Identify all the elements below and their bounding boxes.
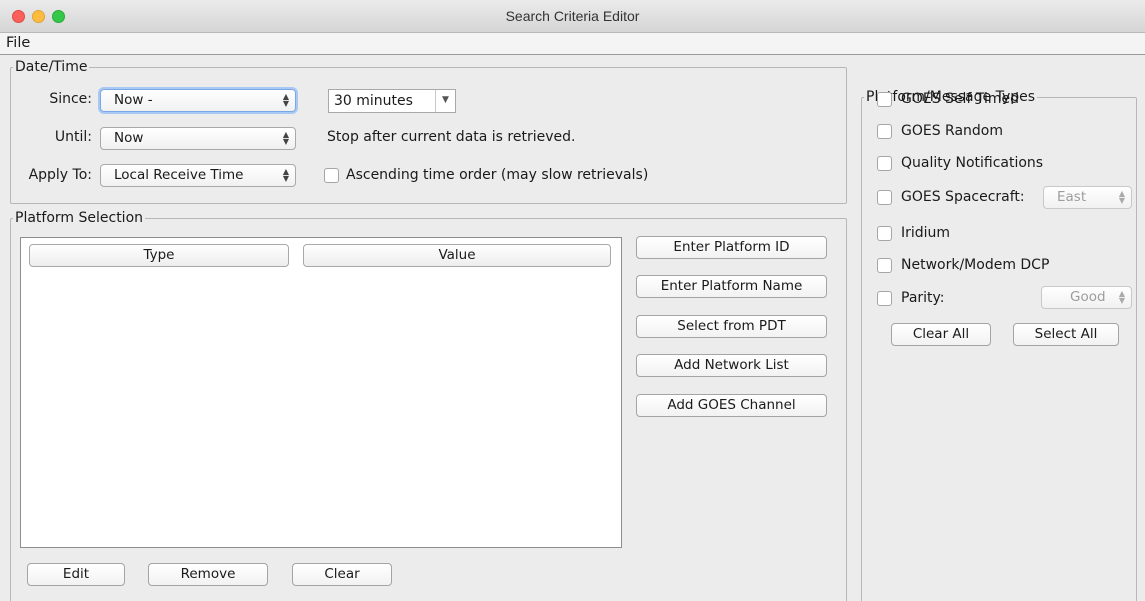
goes-random-label: GOES Random xyxy=(901,123,1004,139)
column-header-type[interactable]: Type xyxy=(29,244,289,267)
updown-arrows-icon: ▲ ▼ xyxy=(282,92,289,108)
updown-arrows-icon: ▲ ▼ xyxy=(282,130,289,146)
network-modem-dcp-checkbox[interactable] xyxy=(877,258,892,273)
updown-arrows-icon: ▲ ▼ xyxy=(282,167,289,183)
select-all-button[interactable]: Select All xyxy=(1013,323,1119,346)
goes-self-timed-checkbox[interactable] xyxy=(877,92,892,107)
apply-to-label: Apply To: xyxy=(28,167,92,183)
goes-self-timed-label: GOES Self Timed xyxy=(901,91,1019,107)
goes-spacecraft-select[interactable]: East ▲ ▼ xyxy=(1043,186,1132,209)
title-bar: Search Criteria Editor xyxy=(0,0,1145,33)
iridium-checkbox[interactable] xyxy=(877,226,892,241)
menu-bar: File xyxy=(0,33,1145,55)
window-title: Search Criteria Editor xyxy=(505,8,640,24)
updown-arrows-icon: ▲ ▼ xyxy=(1118,289,1125,305)
datetime-legend: Date/Time xyxy=(15,59,88,75)
until-label: Until: xyxy=(54,129,92,145)
select-from-pdt-button[interactable]: Select from PDT xyxy=(636,315,827,338)
quality-notifications-label: Quality Notifications xyxy=(901,155,1044,171)
add-goes-channel-button[interactable]: Add GOES Channel xyxy=(636,394,827,417)
enter-platform-id-button[interactable]: Enter Platform ID xyxy=(636,236,827,259)
platform-table[interactable]: Type Value xyxy=(20,237,622,548)
goes-spacecraft-label: GOES Spacecraft: xyxy=(901,189,1025,205)
chevron-down-icon[interactable]: ▼ xyxy=(435,90,455,112)
since-label: Since: xyxy=(49,91,92,107)
edit-button[interactable]: Edit xyxy=(27,563,125,586)
add-network-list-button[interactable]: Add Network List xyxy=(636,354,827,377)
duration-value: 30 minutes xyxy=(334,93,413,109)
goes-random-checkbox[interactable] xyxy=(877,124,892,139)
apply-to-value: Local Receive Time xyxy=(114,167,244,183)
since-select[interactable]: Now - ▲ ▼ xyxy=(100,89,296,112)
since-value: Now - xyxy=(114,92,153,108)
enter-platform-name-button[interactable]: Enter Platform Name xyxy=(636,275,827,298)
parity-select[interactable]: Good ▲ ▼ xyxy=(1041,286,1132,309)
iridium-label: Iridium xyxy=(901,225,951,241)
parity-label: Parity: xyxy=(901,290,945,306)
duration-combo[interactable]: 30 minutes ▼ xyxy=(328,89,456,113)
platform-selection-legend: Platform Selection xyxy=(15,210,144,226)
remove-button[interactable]: Remove xyxy=(148,563,268,586)
goes-spacecraft-checkbox[interactable] xyxy=(877,190,892,205)
column-header-value[interactable]: Value xyxy=(303,244,611,267)
parity-value: Good xyxy=(1070,289,1106,305)
until-note: Stop after current data is retrieved. xyxy=(327,129,576,145)
ascending-order-label: Ascending time order (may slow retrieval… xyxy=(346,167,649,183)
goes-spacecraft-value: East xyxy=(1057,189,1087,205)
parity-checkbox[interactable] xyxy=(877,291,892,306)
until-value: Now xyxy=(114,130,144,146)
clear-button[interactable]: Clear xyxy=(292,563,392,586)
menu-file[interactable]: File xyxy=(6,35,30,51)
clear-all-button[interactable]: Clear All xyxy=(891,323,991,346)
until-select[interactable]: Now ▲ ▼ xyxy=(100,127,296,150)
network-modem-dcp-label: Network/Modem DCP xyxy=(901,257,1050,273)
apply-to-select[interactable]: Local Receive Time ▲ ▼ xyxy=(100,164,296,187)
quality-notifications-checkbox[interactable] xyxy=(877,156,892,171)
updown-arrows-icon: ▲ ▼ xyxy=(1118,189,1125,205)
ascending-order-checkbox[interactable] xyxy=(324,168,339,183)
